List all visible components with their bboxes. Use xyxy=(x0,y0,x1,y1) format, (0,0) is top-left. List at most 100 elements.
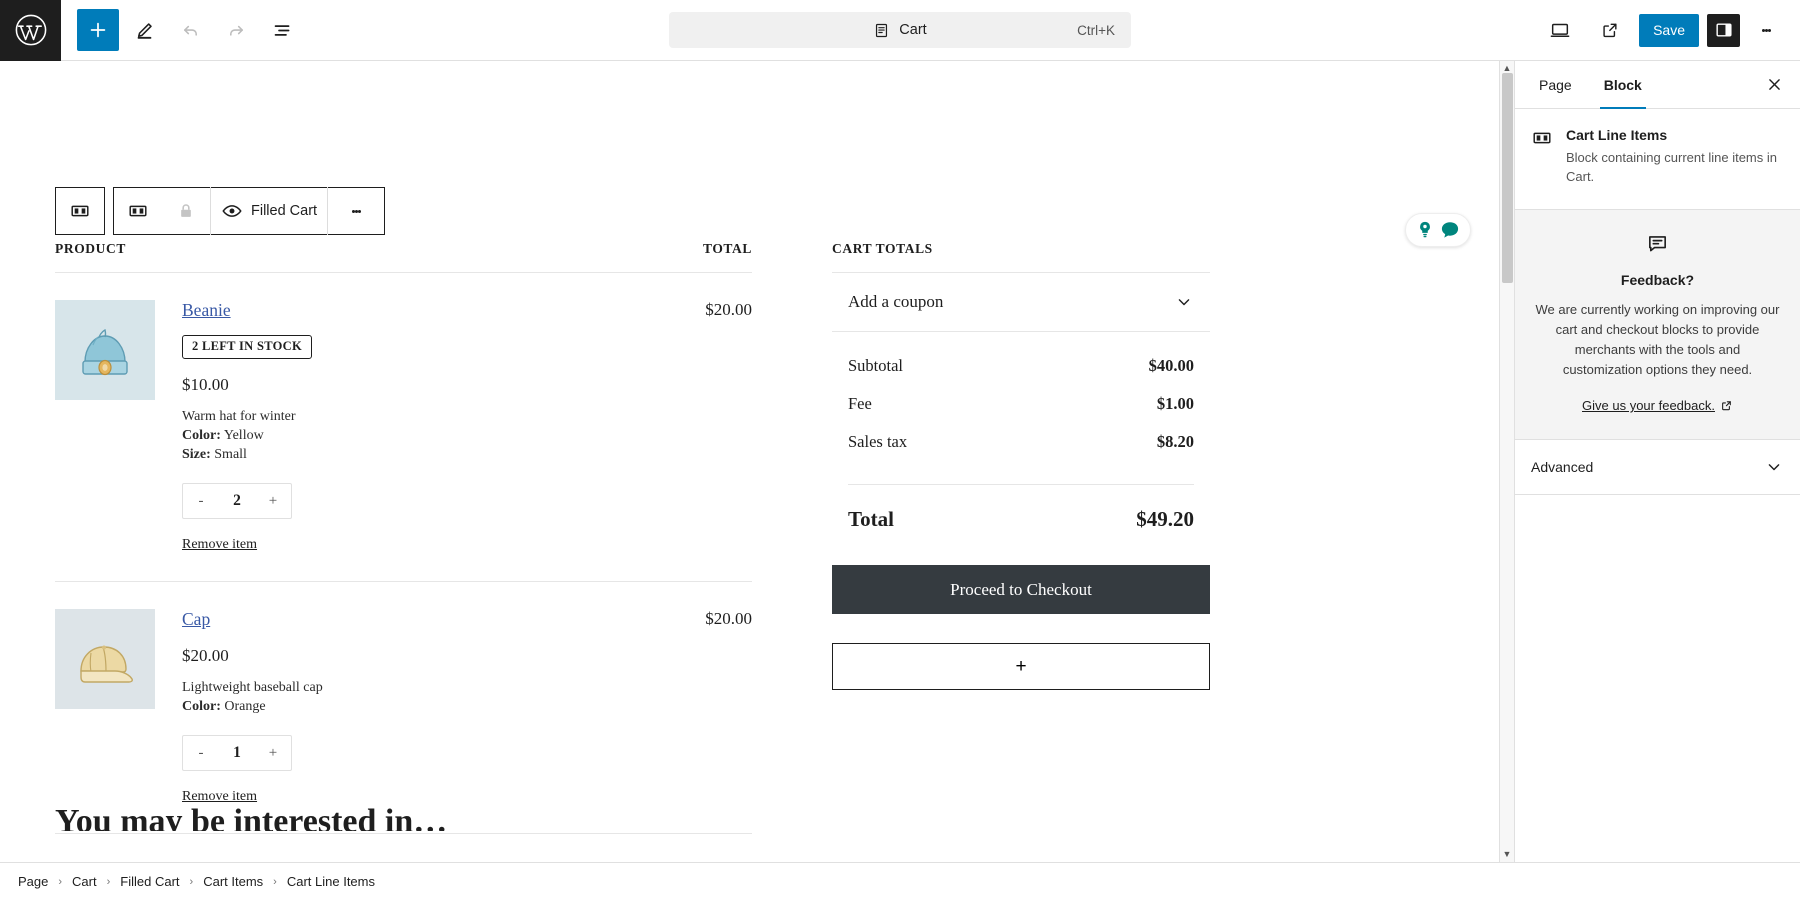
product-description: Warm hat for winter xyxy=(182,409,752,425)
quantity-stepper[interactable]: - 1 + xyxy=(182,735,292,771)
feedback-title: Feedback? xyxy=(1535,272,1780,288)
scroll-up-arrow[interactable]: ▲ xyxy=(1503,64,1512,73)
tab-block[interactable]: Block xyxy=(1588,61,1658,109)
stock-badge: 2 LEFT IN STOCK xyxy=(182,335,312,359)
product-description: Lightweight baseball cap xyxy=(182,680,752,696)
block-type-icon[interactable] xyxy=(114,187,162,235)
cart-line-items: PRODUCT TOTAL xyxy=(55,241,752,834)
undo-button[interactable] xyxy=(169,9,211,51)
editor-canvas: Filled Cart xyxy=(0,61,1499,862)
breadcrumb-separator: › xyxy=(273,876,277,888)
feedback-link-label: Give us your feedback. xyxy=(1582,398,1715,413)
block-visibility-button[interactable]: Filled Cart xyxy=(211,187,327,235)
block-title: Cart Line Items xyxy=(1566,127,1784,143)
tab-page[interactable]: Page xyxy=(1523,61,1588,109)
totals-row-label: Subtotal xyxy=(848,356,903,376)
remove-item-link[interactable]: Remove item xyxy=(182,537,257,553)
command-bar[interactable]: Cart Ctrl+K xyxy=(669,12,1131,48)
page-icon xyxy=(873,22,890,39)
cart-table-header: PRODUCT TOTAL xyxy=(55,241,752,273)
block-description: Block containing current line items in C… xyxy=(1566,149,1784,187)
quantity-increment-button[interactable]: + xyxy=(266,493,280,510)
external-link-icon xyxy=(1720,399,1733,412)
line-item-total: $20.00 xyxy=(705,609,752,629)
sidebar-tabs: Page Block xyxy=(1515,61,1800,109)
add-block-button[interactable] xyxy=(77,9,119,51)
kebab-menu-icon[interactable] xyxy=(1748,12,1784,48)
block-breadcrumb: Page › Cart › Filled Cart › Cart Items ›… xyxy=(0,862,1800,900)
external-link-icon[interactable] xyxy=(1589,9,1631,51)
add-coupon-row[interactable]: Add a coupon xyxy=(832,273,1210,332)
advanced-panel-toggle[interactable]: Advanced xyxy=(1515,440,1800,495)
editor-header: Cart Ctrl+K Save xyxy=(0,0,1800,61)
cart-totals-rows: Subtotal $40.00 Fee $1.00 Sales tax $8.2… xyxy=(832,332,1210,478)
grand-total-row: Total $49.20 xyxy=(848,484,1194,550)
product-link[interactable]: Beanie xyxy=(182,300,231,321)
feedback-text: We are currently working on improving ou… xyxy=(1535,300,1780,381)
editor-body: Filled Cart xyxy=(0,61,1800,862)
breadcrumb-separator: › xyxy=(190,876,194,888)
editor-app: Cart Ctrl+K Save xyxy=(0,0,1800,900)
beanie-image xyxy=(55,300,155,400)
product-link[interactable]: Cap xyxy=(182,609,210,630)
quantity-value: 1 xyxy=(233,744,241,762)
proceed-to-checkout-button[interactable]: Proceed to Checkout xyxy=(832,565,1210,614)
attribute-value: Yellow xyxy=(224,428,264,443)
close-icon[interactable] xyxy=(1756,67,1792,103)
attribute-value: Small xyxy=(214,447,247,462)
scroll-down-arrow[interactable]: ▼ xyxy=(1503,850,1512,859)
advanced-panel-label: Advanced xyxy=(1531,459,1593,475)
document-overview-button[interactable] xyxy=(261,9,303,51)
grand-total-label: Total xyxy=(848,507,894,532)
desktop-icon[interactable] xyxy=(1539,9,1581,51)
quantity-increment-button[interactable]: + xyxy=(266,745,280,762)
block-icon[interactable] xyxy=(56,187,104,235)
add-block-placeholder-button[interactable]: + xyxy=(832,643,1210,690)
cart-block: PRODUCT TOTAL xyxy=(55,241,1499,862)
feedback-link[interactable]: Give us your feedback. xyxy=(1582,398,1733,413)
line-item-total: $20.00 xyxy=(705,300,752,320)
block-options-icon[interactable] xyxy=(328,187,384,235)
breadcrumb-item-cart-line-items[interactable]: Cart Line Items xyxy=(287,874,375,889)
lightbulb-icon xyxy=(1414,219,1436,241)
wordpress-logo-icon[interactable] xyxy=(0,0,61,61)
breadcrumb-item-page[interactable]: Page xyxy=(18,874,48,889)
breadcrumb-item-cart-items[interactable]: Cart Items xyxy=(203,874,263,889)
cart-totals: CART TOTALS Add a coupon xyxy=(832,241,1210,834)
breadcrumb-item-filled-cart[interactable]: Filled Cart xyxy=(120,874,179,889)
totals-row: Subtotal $40.00 xyxy=(848,350,1194,388)
command-bar-title: Cart xyxy=(899,22,926,38)
eye-icon xyxy=(221,200,243,222)
block-icon xyxy=(1531,127,1553,187)
header-left-tools xyxy=(61,9,303,51)
quantity-decrement-button[interactable]: - xyxy=(194,745,208,762)
attribute-label: Size: xyxy=(182,447,211,462)
product-attribute: Color: Yellow xyxy=(182,428,752,444)
block-controls-group: Filled Cart xyxy=(113,187,385,235)
block-drag-group xyxy=(55,187,105,235)
sidebar-toggle-icon[interactable] xyxy=(1707,14,1740,47)
block-info: Cart Line Items Block containing current… xyxy=(1515,109,1800,209)
lock-icon[interactable] xyxy=(162,187,210,235)
totals-row-amount: $40.00 xyxy=(1149,356,1194,376)
quantity-stepper[interactable]: - 2 + xyxy=(182,483,292,519)
assistant-bubble[interactable] xyxy=(1405,213,1471,247)
totals-row-label: Fee xyxy=(848,394,872,414)
feedback-icon xyxy=(1646,232,1669,255)
scrollbar-thumb[interactable] xyxy=(1502,73,1513,283)
save-button[interactable]: Save xyxy=(1639,14,1699,47)
breadcrumb-separator: › xyxy=(58,876,62,888)
totals-row: Sales tax $8.20 xyxy=(848,426,1194,464)
edit-tool-button[interactable] xyxy=(123,9,165,51)
product-price: $10.00 xyxy=(182,375,752,395)
product-price: $20.00 xyxy=(182,646,752,666)
settings-sidebar: Page Block Cart Line Items xyxy=(1514,61,1800,862)
scrollbar-track[interactable] xyxy=(1500,73,1514,850)
breadcrumb-item-cart[interactable]: Cart xyxy=(72,874,97,889)
header-right-tools: Save xyxy=(1539,9,1800,51)
totals-row-amount: $1.00 xyxy=(1157,394,1194,414)
canvas-scrollbar[interactable]: ▲ ▼ xyxy=(1499,61,1514,862)
redo-button[interactable] xyxy=(215,9,257,51)
chevron-down-icon xyxy=(1174,292,1194,312)
quantity-decrement-button[interactable]: - xyxy=(194,493,208,510)
